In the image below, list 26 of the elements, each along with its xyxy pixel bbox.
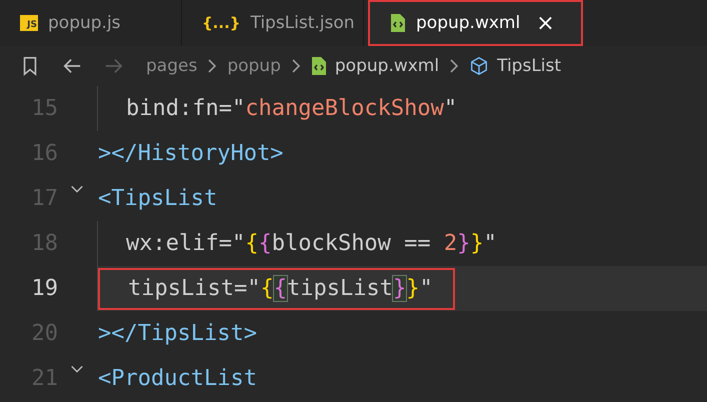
fold-chevron-icon[interactable] [70,184,84,194]
json-file-icon: {...} [202,14,240,32]
close-tab-button[interactable]: × [536,10,555,36]
code-line: bind:fn="changeBlockShow" [125,95,458,123]
code-file-icon [390,13,406,33]
code-line: ></HistoryHot> [98,140,284,168]
code-file-icon [310,56,327,76]
line-number: 19 [30,275,58,303]
tab-label: popup.wxml [416,13,520,33]
breadcrumb-item[interactable]: popup [227,56,281,76]
breadcrumb-item[interactable]: popup.wxml [334,56,440,76]
breadcrumb-item[interactable]: TipsList [497,56,562,76]
chevron-right-icon [207,58,218,74]
editor-tab[interactable]: popup.wxml × [368,0,583,46]
code-line: <ProductList [98,365,257,393]
fold-chevron-icon[interactable] [70,364,84,374]
breadcrumb-item[interactable]: pages [146,56,198,76]
cube-icon [469,56,490,76]
code-line: <TipsList [98,185,218,213]
chevron-right-icon [290,58,301,74]
code-line: wx:elif="{{blockShow == 2}}" [125,230,497,258]
tab-label: popup.js [48,13,121,33]
chevron-right-icon [449,58,460,74]
code-line: ></TipsList> [98,320,257,348]
tab-label: TipsList.json [250,13,355,33]
js-file-icon: JS [20,15,38,31]
